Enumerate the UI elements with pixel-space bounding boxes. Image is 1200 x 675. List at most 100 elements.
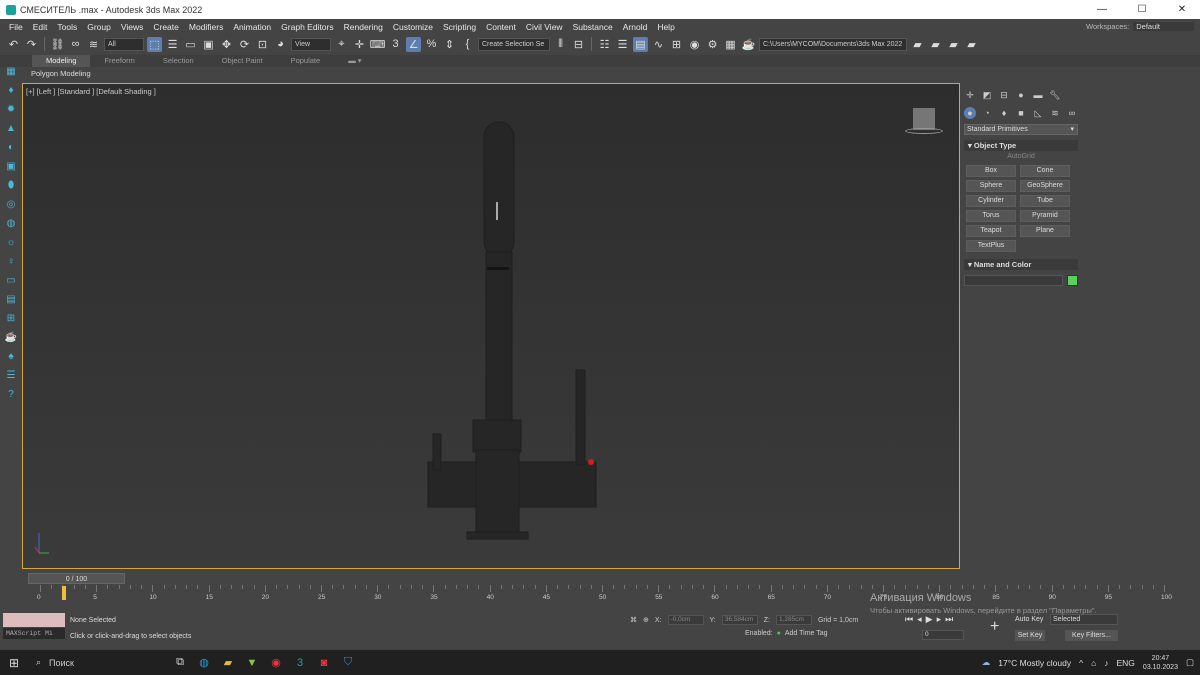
sphere-button[interactable]: Sphere [966,180,1016,192]
snaps-toggle-icon[interactable]: 3 [388,37,403,52]
weather-text[interactable]: 17°C Mostly cloudy [998,658,1071,668]
viewport-label[interactable]: [+] [Left ] [Standard ] [Default Shading… [26,87,156,96]
tab-modeling[interactable]: Modeling [32,55,91,67]
plane-button[interactable]: Plane [1020,225,1070,237]
faucet-base-column[interactable] [475,449,520,536]
key-filters-button[interactable]: Key Filters... [1065,630,1118,641]
menu-substance[interactable]: Substance [568,22,618,32]
textplus-button[interactable]: TextPlus [966,240,1016,252]
faucet-model[interactable] [383,102,643,547]
play-icon[interactable]: ▶ [926,614,933,625]
box-icon[interactable]: ▣ [4,159,18,174]
geosphere-button[interactable]: GeoSphere [1020,180,1070,192]
curve-editor-icon[interactable]: ∿ [651,37,666,52]
language-indicator[interactable]: ENG [1117,658,1135,668]
reference-coordinate-dropdown[interactable]: View [291,37,331,51]
particle-icon[interactable]: ♠ [4,349,18,364]
teapot-icon[interactable]: ◍ [4,216,18,231]
undo-icon[interactable]: ↶ [6,37,21,52]
menu-edit[interactable]: Edit [28,22,53,32]
list-icon[interactable]: ☰ [4,368,18,383]
utilities-tab-icon[interactable]: 🔧︎ [1049,89,1061,101]
motion-tab-icon[interactable]: ● [1015,89,1027,101]
viewport-left[interactable]: [+] [Left ] [Standard ] [Default Shading… [22,83,960,569]
network-icon[interactable]: ⌂ [1091,658,1096,668]
edit-named-selection-icon[interactable]: { [460,37,475,52]
scene-explorer-icon[interactable]: ☷ [597,37,612,52]
isolate-icon[interactable]: ⌘ [630,616,637,624]
tab-freeform[interactable]: Freeform [90,55,148,67]
time-slider[interactable]: 0 / 100 [28,573,125,584]
grid-icon[interactable]: ⊞ [4,311,18,326]
cylinder-icon[interactable]: ⬮ [4,178,18,193]
y-coordinate-field[interactable]: 36,584cm [721,615,758,625]
go-to-start-icon[interactable]: ⏮ [905,614,913,625]
teapot-button[interactable]: Teapot [966,225,1016,237]
weather-icon[interactable]: ☁ [982,657,991,668]
help-icon[interactable]: ? [4,387,18,402]
menu-modifiers[interactable]: Modifiers [184,22,228,32]
torus-button[interactable]: Torus [966,210,1016,222]
clock[interactable]: 20:47 03.10.2023 [1143,654,1178,672]
windows-start-icon[interactable]: ⊞ [0,656,28,670]
3ds-max-taskbar-icon[interactable]: 3 [288,654,312,672]
x-coordinate-field[interactable]: -0,0cm [667,615,704,625]
plane-icon[interactable]: ▭ [4,273,18,288]
menu-animation[interactable]: Animation [228,22,276,32]
percent-snap-icon[interactable]: % [424,37,439,52]
menu-tools[interactable]: Tools [52,22,82,32]
menu-rendering[interactable]: Rendering [339,22,388,32]
volume-icon[interactable]: ♪ [1104,658,1108,668]
notifications-icon[interactable]: ▢ [1186,657,1194,668]
primitives-dropdown[interactable]: Standard Primitives ▾ [964,124,1078,135]
menu-customize[interactable]: Customize [388,22,438,32]
box-button[interactable]: Box [966,165,1016,177]
security-shield-icon[interactable]: ⛉ [336,654,360,672]
modify-tab-icon[interactable]: ◩ [981,89,993,101]
hierarchy-tab-icon[interactable]: ⊟ [998,89,1010,101]
torus-icon[interactable]: ◎ [4,197,18,212]
sphere-icon[interactable]: ◐ [4,140,18,155]
link-icon[interactable]: ⛓ [50,37,65,52]
set-key-button[interactable]: Set Key [1015,630,1045,641]
scale-icon[interactable]: ⊡ [255,37,270,52]
cone-button[interactable]: Cone [1020,165,1070,177]
shapes-category-icon[interactable]: ◔ [981,107,993,119]
faucet-upper-body[interactable] [472,419,522,453]
faucet-spout-pipe[interactable] [485,251,513,423]
menu-group[interactable]: Group [82,22,116,32]
keyboard-shortcut-toggle-icon[interactable]: ⌨ [370,37,386,52]
tab-object-paint[interactable]: Object Paint [208,55,277,67]
set-key-large-icon[interactable]: + [990,618,999,636]
toggle-ribbon-icon[interactable]: ▤ [633,36,648,52]
viewcube[interactable] [913,108,935,130]
pivot-icon[interactable]: ⌖ [334,37,349,52]
maxscript-mini-listener[interactable]: MAXScript Mi [3,628,65,639]
minimize-button[interactable]: — [1084,0,1120,19]
faucet-base-plate[interactable] [466,531,529,540]
project-path-dropdown[interactable]: C:\Users\MYCOM\Documents\3ds Max 2022 [759,37,907,51]
placement-icon[interactable]: ◕ [273,37,288,52]
selection-lock-icon[interactable]: ⊕ [643,616,649,624]
timeline-playhead[interactable] [62,586,66,600]
ribbon-panel-polygon-modeling[interactable]: Polygon Modeling [0,67,1200,80]
close-button[interactable]: ✕ [1164,0,1200,19]
scene-explorer-icon[interactable]: ▦ [4,64,18,79]
sun-icon[interactable]: ✹ [4,102,18,117]
helpers-category-icon[interactable]: ◺ [1032,107,1044,119]
menu-create[interactable]: Create [148,22,184,32]
render-setup-icon[interactable]: ⚙ [705,37,720,52]
spinner-snap-icon[interactable]: ⇕ [442,37,457,52]
select-manipulate-icon[interactable]: ✛ [352,37,367,52]
autogrid-checkbox[interactable]: AutoGrid [962,153,1080,163]
enabled-indicator-icon[interactable]: ● [777,630,781,637]
bulb-icon[interactable]: ♀ [4,254,18,269]
menu-graph-editors[interactable]: Graph Editors [276,22,338,32]
ribbon-options-icon[interactable]: ▬ ▾ [334,55,375,67]
layer-explorer-icon[interactable]: ☰ [615,37,630,52]
selection-filter-dropdown[interactable]: All [104,37,144,51]
light-icon[interactable]: ☼ [4,235,18,250]
material-editor-icon[interactable]: ◉ [687,37,702,52]
tube-button[interactable]: Tube [1020,195,1070,207]
lights-category-icon[interactable]: ♦ [998,107,1010,119]
